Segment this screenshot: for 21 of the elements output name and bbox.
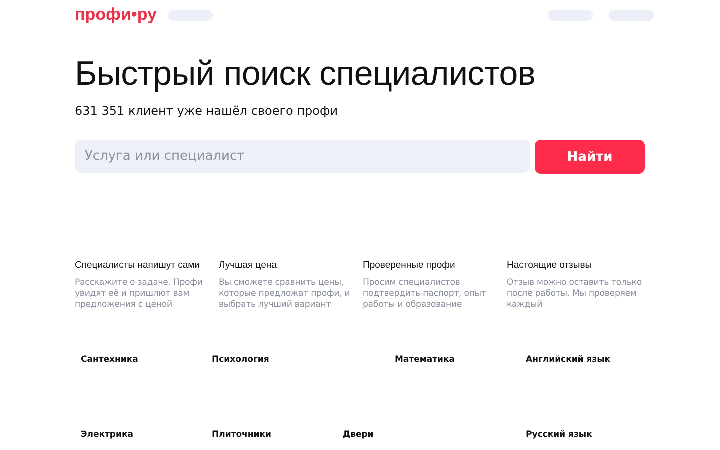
feature-text: Расскажите о задаче. Профи увидят её и пришлют вам предложения с ценой bbox=[75, 278, 204, 311]
category-link[interactable]: Электрика bbox=[81, 430, 212, 440]
client-count: 631 351 клиент уже нашёл своего профи bbox=[75, 104, 340, 118]
category-link[interactable]: Математика bbox=[395, 355, 526, 365]
feature-text: Вы сможете сравнить цены, которые предложат профи, и выбрать лучший вариант bbox=[219, 278, 352, 311]
page-title: Быстрый поиск специалистов bbox=[75, 54, 537, 94]
search-button[interactable]: Найти bbox=[535, 140, 645, 174]
feature-title: Проверенные профи bbox=[363, 260, 456, 271]
category-link[interactable]: Русский язык bbox=[526, 430, 626, 440]
logo[interactable]: профи•ру bbox=[75, 5, 157, 25]
feature-text: Отзыв можно оставить только после работы. Мы проверяем каждый bbox=[507, 278, 643, 311]
category-link[interactable]: Плиточники bbox=[212, 430, 343, 440]
category-link[interactable]: Двери bbox=[343, 430, 395, 440]
feature-title: Специалисты напишут сами bbox=[75, 260, 201, 271]
category-link[interactable]: Английский язык bbox=[526, 355, 626, 365]
feature-title: Лучшая цена bbox=[219, 260, 278, 271]
category-link[interactable]: Сантехника bbox=[81, 355, 212, 365]
feature-title: Настоящие отзывы bbox=[507, 260, 594, 271]
search-field[interactable]: Услуга или специалист bbox=[75, 140, 530, 173]
feature-text: Просим специалистов подтвердить паспорт, опыт работы и образование bbox=[363, 278, 488, 311]
category-link[interactable]: Психология bbox=[212, 355, 343, 365]
